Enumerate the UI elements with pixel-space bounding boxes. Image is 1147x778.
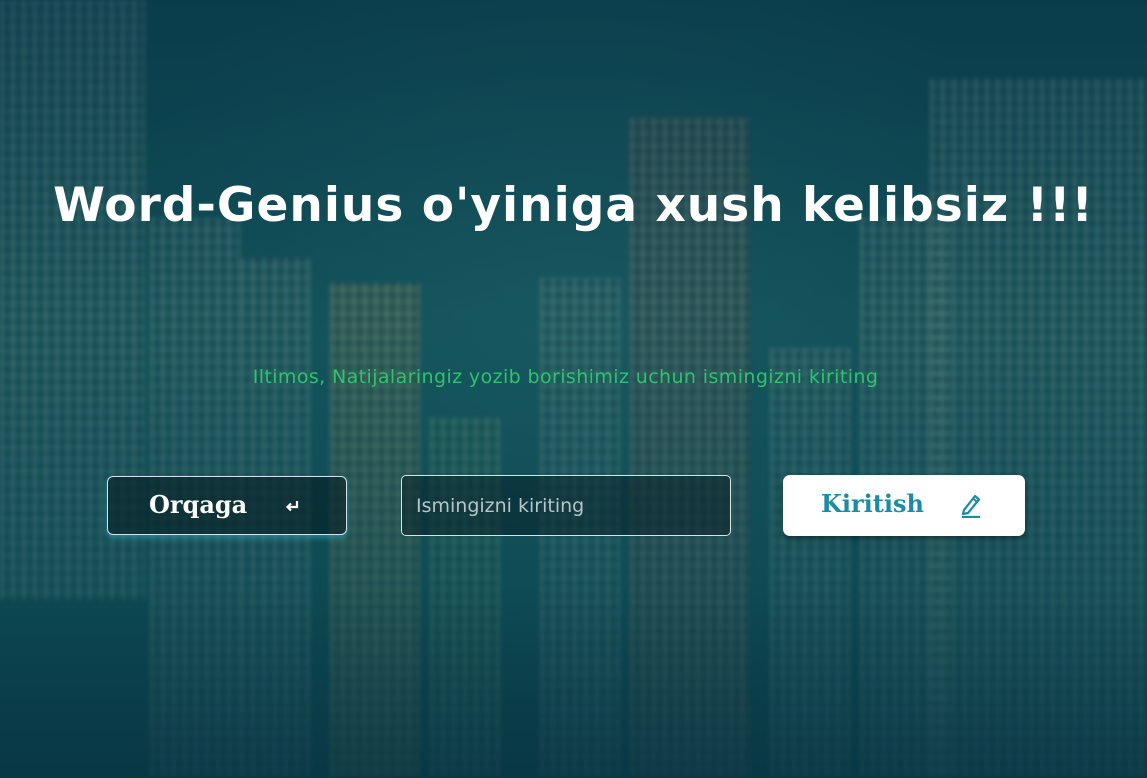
- city-background: [0, 0, 1147, 778]
- submit-button-label: Kiritish: [821, 489, 924, 518]
- return-arrow-icon: [284, 497, 302, 515]
- back-button-label: Orqaga: [149, 490, 248, 519]
- back-button[interactable]: Orqaga: [107, 476, 347, 535]
- submit-button[interactable]: Kiritish: [783, 475, 1025, 536]
- name-input[interactable]: [401, 475, 731, 536]
- page-title: Word-Genius o'yiniga xush kelibsiz !!!: [53, 178, 1094, 233]
- pencil-icon: [958, 492, 984, 519]
- instruction-text: Iltimos, Natijalaringiz yozib borishimiz…: [252, 366, 879, 388]
